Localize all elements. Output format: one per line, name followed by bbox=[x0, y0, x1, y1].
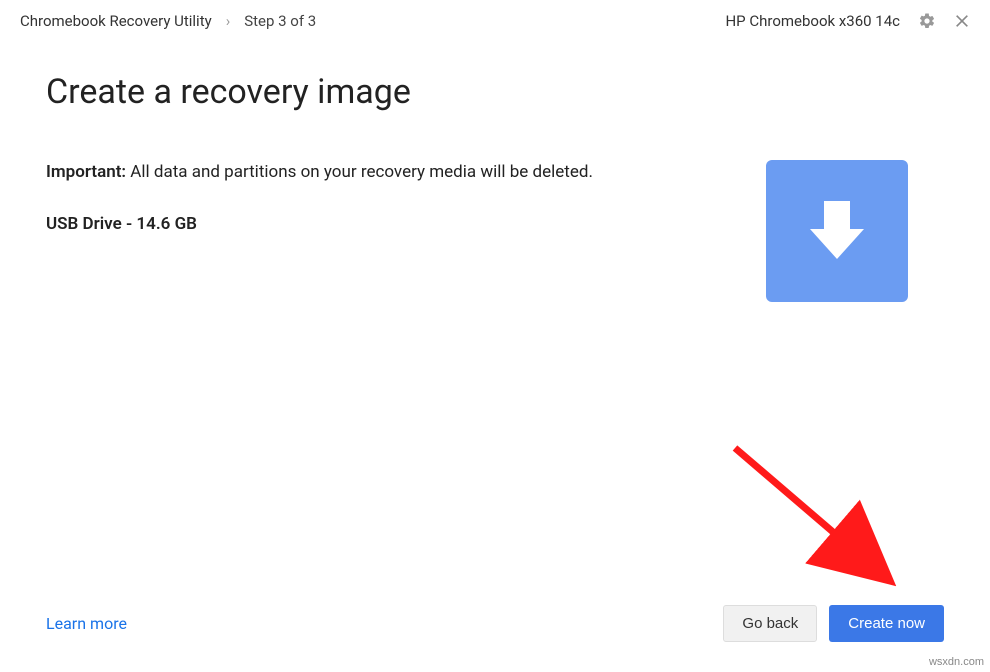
annotation-arrow bbox=[720, 438, 920, 618]
header-right: HP Chromebook x360 14c bbox=[725, 12, 970, 30]
step-indicator: Step 3 of 3 bbox=[244, 12, 316, 30]
learn-more-link[interactable]: Learn more bbox=[46, 614, 127, 633]
gear-icon[interactable] bbox=[918, 12, 936, 30]
footer-buttons: Go back Create now bbox=[723, 605, 944, 642]
watermark: wsxdn.com bbox=[929, 656, 984, 668]
main-content: Create a recovery image Important: All d… bbox=[0, 42, 990, 234]
download-box bbox=[766, 160, 908, 302]
important-body: All data and partitions on your recovery… bbox=[126, 162, 593, 182]
drive-info: USB Drive - 14.6 GB bbox=[46, 214, 606, 234]
header-bar: Chromebook Recovery Utility › Step 3 of … bbox=[0, 0, 990, 42]
create-now-button[interactable]: Create now bbox=[829, 605, 944, 642]
device-name: HP Chromebook x360 14c bbox=[725, 12, 900, 30]
download-arrow-icon bbox=[802, 191, 872, 271]
important-label: Important: bbox=[46, 162, 126, 182]
app-title: Chromebook Recovery Utility bbox=[20, 12, 212, 30]
page-title: Create a recovery image bbox=[46, 72, 944, 112]
text-column: Important: All data and partitions on yo… bbox=[46, 160, 606, 234]
footer-bar: Learn more Go back Create now bbox=[0, 605, 990, 642]
chevron-right-icon: › bbox=[226, 12, 231, 30]
header-left: Chromebook Recovery Utility › Step 3 of … bbox=[20, 12, 316, 30]
go-back-button[interactable]: Go back bbox=[723, 605, 817, 642]
download-illustration bbox=[766, 160, 908, 302]
warning-text: Important: All data and partitions on yo… bbox=[46, 160, 606, 186]
close-icon[interactable] bbox=[954, 13, 970, 29]
